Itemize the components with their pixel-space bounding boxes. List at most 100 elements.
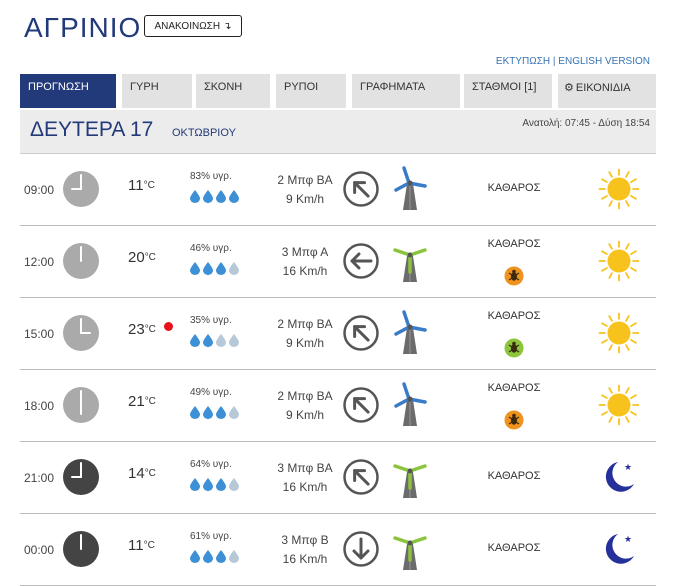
row-time: 18:00 bbox=[24, 399, 55, 413]
pollen-bee-icon bbox=[504, 338, 524, 358]
humidity-drops bbox=[190, 478, 239, 491]
forecast-row: 09:00 11°C 83% υγρ. 2 Μπφ ΒΑ 9 Km/h ΚΑΘΑΡΟΣ bbox=[20, 154, 656, 226]
pollen-bee-icon bbox=[504, 266, 524, 286]
humidity-drops bbox=[190, 262, 239, 275]
gear-icon: ⚙ bbox=[564, 82, 574, 94]
wind-speed: 9 Km/h bbox=[285, 192, 324, 206]
water-drop-icon bbox=[216, 190, 226, 203]
tab-stations[interactable]: ΣΤΑΘΜΟΙ [1] bbox=[464, 74, 552, 108]
announcement-button[interactable]: ΑΝΑΚΟΙΝΩΣΗ ↴ bbox=[144, 15, 242, 37]
wind-speed: 16 Km/h bbox=[282, 480, 328, 494]
wind-info: 2 Μπφ ΒΑ 9 Km/h bbox=[260, 315, 350, 353]
wind-speed: 16 Km/h bbox=[282, 552, 328, 566]
temperature-value: 21 bbox=[128, 393, 145, 410]
wind-force: 3 Μπφ ΒΑ bbox=[277, 461, 333, 475]
tab-dust[interactable]: ΣΚΟΝΗ bbox=[196, 74, 270, 108]
svg-text:★: ★ bbox=[624, 463, 632, 473]
sky-condition: ΚΑΘΑΡΟΣ bbox=[487, 382, 541, 394]
tab-icons[interactable]: ⚙ ΕΙΚΟΝΙΔΙΑ bbox=[558, 74, 656, 108]
water-drop-icon bbox=[203, 334, 213, 347]
tab-label: ΣΤΑΘΜΟΙ [1] bbox=[472, 81, 537, 93]
tab-label: ΓΥΡΗ bbox=[130, 81, 159, 93]
temperature-unit: °C bbox=[144, 324, 156, 335]
water-drop-icon bbox=[216, 334, 226, 347]
humidity-drops bbox=[190, 406, 239, 419]
forecast-row: 12:00 20°C 46% υγρ. 3 Μπφ Α 16 Km/h ΚΑΘΑΡΟΣ bbox=[20, 226, 656, 298]
humidity-text: 64% υγρ. bbox=[190, 459, 232, 470]
sunrise-sunset: Ανατολή: 07:45 - Δύση 18:54 bbox=[522, 118, 650, 129]
temperature-unit: °C bbox=[144, 252, 156, 263]
water-drop-icon bbox=[229, 334, 239, 347]
tab-charts[interactable]: ΓΡΑΦΗΜΑΤΑ bbox=[352, 74, 460, 108]
row-time: 00:00 bbox=[24, 543, 55, 557]
tab-label: ΠΡΟΓΝΩΣΗ bbox=[28, 81, 89, 93]
temperature-value: 20 bbox=[128, 249, 145, 266]
water-drop-icon bbox=[229, 262, 239, 275]
max-temperature-dot-icon bbox=[164, 322, 173, 331]
temperature: 23°C bbox=[128, 321, 156, 338]
tab-pollen[interactable]: ΓΥΡΗ bbox=[122, 74, 192, 108]
humidity-drops bbox=[190, 550, 239, 563]
day-clock-icon bbox=[62, 314, 100, 352]
tab-label: ΡΥΠΟΙ bbox=[284, 81, 319, 93]
tab-label: ΓΡΑΦΗΜΑΤΑ bbox=[360, 81, 426, 93]
wind-force: 3 Μπφ Α bbox=[281, 245, 329, 259]
temperature: 20°C bbox=[128, 249, 156, 266]
moon-icon: ★ bbox=[598, 528, 640, 570]
forecast-row: 15:00 23°C 35% υγρ. 2 Μπφ ΒΑ 9 Km/h ΚΑΘΑΡΟΣ bbox=[20, 298, 656, 370]
tab-bar: ΠΡΟΓΝΩΣΗ ΓΥΡΗ ΣΚΟΝΗ ΡΥΠΟΙ ΓΡΑΦΗΜΑΤΑ ΣΤΑΘ… bbox=[20, 74, 656, 108]
arrow-southwest-icon bbox=[342, 314, 380, 352]
wind-info: 3 Μπφ Α 16 Km/h bbox=[260, 243, 350, 281]
moon-icon: ★ bbox=[598, 456, 640, 498]
tab-forecast[interactable]: ΠΡΟΓΝΩΣΗ bbox=[20, 74, 116, 108]
water-drop-icon bbox=[216, 262, 226, 275]
wind-turbine-icon bbox=[392, 526, 428, 572]
wind-speed: 9 Km/h bbox=[285, 408, 324, 422]
announcement-label: ΑΝΑΚΟΙΝΩΣΗ bbox=[154, 20, 221, 32]
row-time: 15:00 bbox=[24, 327, 55, 341]
temperature-value: 11 bbox=[128, 177, 144, 194]
temperature: 11°C bbox=[128, 537, 155, 554]
wind-info: 3 Μπφ Β 16 Km/h bbox=[260, 531, 350, 569]
water-drop-icon bbox=[203, 190, 213, 203]
water-drop-icon bbox=[190, 190, 200, 203]
humidity-text: 83% υγρ. bbox=[190, 171, 232, 182]
wind-turbine-icon bbox=[392, 310, 428, 356]
arrow-west-icon bbox=[342, 242, 380, 280]
wind-turbine-icon bbox=[392, 238, 428, 284]
water-drop-icon bbox=[190, 334, 200, 347]
sun-icon bbox=[598, 168, 640, 210]
temperature-value: 14 bbox=[128, 465, 145, 482]
sun-icon bbox=[598, 384, 640, 426]
water-drop-icon bbox=[203, 478, 213, 491]
wind-speed: 16 Km/h bbox=[282, 264, 328, 278]
wind-force: 2 Μπφ ΒΑ bbox=[277, 389, 333, 403]
day-clock-icon bbox=[62, 170, 100, 208]
arrow-southwest-icon bbox=[342, 458, 380, 496]
water-drop-icon bbox=[190, 478, 200, 491]
row-time: 21:00 bbox=[24, 471, 55, 485]
city-title: ΑΓΡΙΝΙΟ bbox=[24, 12, 142, 43]
temperature-unit: °C bbox=[143, 180, 155, 191]
water-drop-icon bbox=[229, 550, 239, 563]
temperature: 14°C bbox=[128, 465, 156, 482]
english-version-link[interactable]: ENGLISH VERSION bbox=[558, 56, 650, 67]
sky-condition: ΚΑΘΑΡΟΣ bbox=[487, 542, 541, 554]
sky-condition: ΚΑΘΑΡΟΣ bbox=[487, 310, 541, 322]
water-drop-icon bbox=[190, 406, 200, 419]
row-time: 09:00 bbox=[24, 183, 55, 197]
wind-info: 2 Μπφ ΒΑ 9 Km/h bbox=[260, 171, 350, 209]
water-drop-icon bbox=[190, 262, 200, 275]
day-name: ΔΕΥΤΕΡΑ 17 bbox=[30, 118, 154, 141]
arrow-southwest-icon bbox=[342, 170, 380, 208]
water-drop-icon bbox=[229, 406, 239, 419]
temperature: 21°C bbox=[128, 393, 156, 410]
wind-info: 3 Μπφ ΒΑ 16 Km/h bbox=[260, 459, 350, 497]
tab-label: ΣΚΟΝΗ bbox=[204, 81, 243, 93]
wind-turbine-icon bbox=[392, 454, 428, 500]
tab-pollutants[interactable]: ΡΥΠΟΙ bbox=[276, 74, 346, 108]
wind-force: 3 Μπφ Β bbox=[281, 533, 329, 547]
humidity-text: 35% υγρ. bbox=[190, 315, 232, 326]
print-link[interactable]: ΕΚΤΥΠΩΣΗ bbox=[496, 56, 550, 67]
night-clock-icon bbox=[62, 458, 100, 496]
